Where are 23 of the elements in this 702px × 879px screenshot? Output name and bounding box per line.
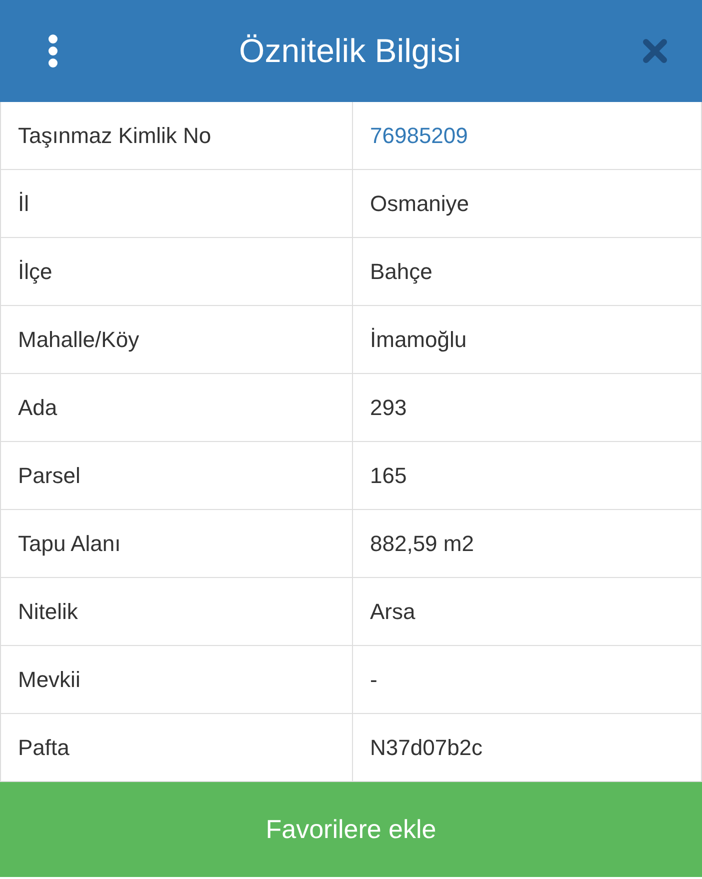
add-favorites-button[interactable]: Favorilere ekle bbox=[0, 782, 702, 877]
attribute-label: Tapu Alanı bbox=[1, 510, 353, 578]
attribute-label: Mahalle/Köy bbox=[1, 306, 353, 374]
attribute-value: 165 bbox=[353, 442, 702, 510]
attribute-value: Osmaniye bbox=[353, 170, 702, 238]
attribute-value: Bahçe bbox=[353, 238, 702, 306]
attribute-label: İlçe bbox=[1, 238, 353, 306]
attribute-value: 882,59 m2 bbox=[353, 510, 702, 578]
attribute-label: Nitelik bbox=[1, 578, 353, 646]
attribute-label: Taşınmaz Kimlik No bbox=[1, 102, 353, 170]
close-icon bbox=[642, 38, 668, 64]
attribute-label: Parsel bbox=[1, 442, 353, 510]
dialog-title: Öznitelik Bilgisi bbox=[239, 32, 461, 70]
attribute-label: Ada bbox=[1, 374, 353, 442]
attribute-value: - bbox=[353, 646, 702, 714]
attribute-value: 293 bbox=[353, 374, 702, 442]
menu-button[interactable] bbox=[48, 34, 58, 68]
attribute-value: Arsa bbox=[353, 578, 702, 646]
attribute-link[interactable]: 76985209 bbox=[353, 102, 702, 170]
attribute-label: İl bbox=[1, 170, 353, 238]
menu-icon bbox=[48, 34, 58, 68]
attribute-value: İmamoğlu bbox=[353, 306, 702, 374]
attribute-label: Mevkii bbox=[1, 646, 353, 714]
